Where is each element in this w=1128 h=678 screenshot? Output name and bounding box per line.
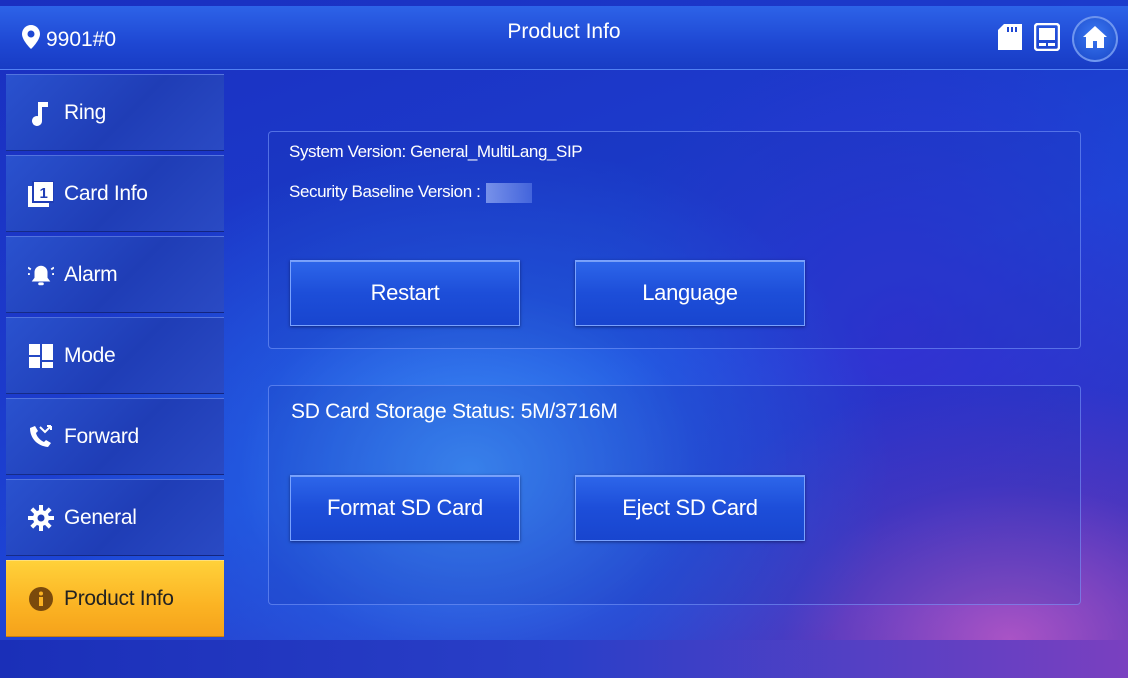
- info-icon: [28, 586, 54, 612]
- alarm-icon: [28, 262, 54, 288]
- system-version-text: System Version: General_MultiLang_SIP: [289, 142, 583, 161]
- music-note-icon: [28, 100, 54, 126]
- system-info-panel: System Version: General_MultiLang_SIP Se…: [268, 131, 1081, 349]
- sidebar-item-label: Alarm: [64, 262, 118, 286]
- home-icon: [1083, 25, 1107, 53]
- sidebar-item-card-info[interactable]: 1 Card Info: [6, 155, 224, 232]
- security-baseline-line: Security Baseline Version :: [289, 182, 533, 203]
- sidebar-item-label: Product Info: [64, 586, 174, 610]
- eject-sd-card-button[interactable]: Eject SD Card: [575, 475, 805, 541]
- forward-call-icon: [28, 424, 54, 450]
- sidebar-item-label: Forward: [64, 424, 139, 448]
- gear-icon: [28, 504, 54, 531]
- bottom-strip: [0, 640, 1128, 678]
- sidebar: Ring 1 Card Info Alarm Mode Forward Gene…: [6, 74, 224, 641]
- format-sd-card-button[interactable]: Format SD Card: [290, 475, 520, 541]
- sidebar-item-label: General: [64, 505, 137, 529]
- sidebar-item-label: Card Info: [64, 181, 148, 205]
- restart-button[interactable]: Restart: [290, 260, 520, 326]
- sd-card-icon: [998, 23, 1022, 55]
- sidebar-item-label: Mode: [64, 343, 116, 367]
- security-baseline-text: Security Baseline Version :: [289, 182, 481, 201]
- sidebar-item-label: Ring: [64, 100, 106, 124]
- sidebar-item-mode[interactable]: Mode: [6, 317, 224, 394]
- sidebar-item-product-info[interactable]: Product Info: [6, 560, 224, 637]
- sidebar-item-alarm[interactable]: Alarm: [6, 236, 224, 313]
- sd-card-panel: SD Card Storage Status: 5M/3716M Format …: [268, 385, 1081, 605]
- svg-text:1: 1: [39, 185, 47, 202]
- language-button[interactable]: Language: [575, 260, 805, 326]
- sidebar-item-general[interactable]: General: [6, 479, 224, 556]
- sd-storage-status: SD Card Storage Status: 5M/3716M: [291, 400, 618, 423]
- monitor-device-icon: [1033, 22, 1061, 56]
- mode-icon: [28, 343, 54, 369]
- sidebar-item-ring[interactable]: Ring: [6, 74, 224, 151]
- sidebar-item-forward[interactable]: Forward: [6, 398, 224, 475]
- top-bar: 9901#0 Product Info: [0, 6, 1128, 70]
- page-title: Product Info: [507, 20, 621, 43]
- redacted-value: [486, 182, 533, 203]
- home-button[interactable]: [1072, 16, 1118, 62]
- card-icon: 1: [28, 180, 54, 207]
